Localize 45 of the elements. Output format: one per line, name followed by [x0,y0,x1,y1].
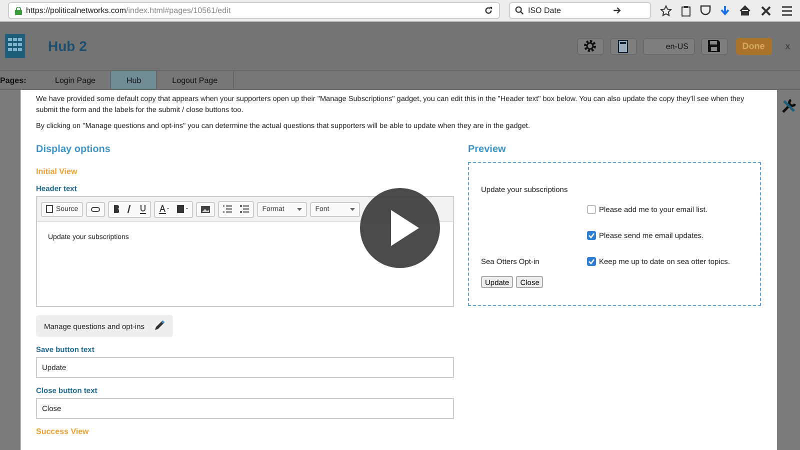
checkbox[interactable] [587,231,596,240]
star-icon[interactable] [660,4,672,16]
page-tab[interactable]: Logout Page [157,71,234,89]
shield-icon[interactable] [700,5,711,16]
page-tab[interactable]: Hub [111,71,158,89]
link-button[interactable] [86,202,106,216]
menu-icon[interactable] [781,6,793,16]
link-icon [91,206,100,212]
image-button[interactable] [196,202,216,216]
download-icon[interactable] [720,4,730,16]
image-icon [201,206,210,212]
caret-icon [297,208,302,210]
bullet-list-icon [240,205,250,213]
caret-icon [350,208,356,210]
bold-icon [113,205,120,213]
search-icon [515,6,524,15]
underline-icon [140,204,146,214]
page-title: Hub 2 [48,38,87,54]
pages-label: Pages: [0,74,28,87]
building-icon [4,33,26,59]
italic-icon [127,205,132,213]
home-icon[interactable] [739,5,751,16]
address-bar[interactable]: https://politicalnetworks.com/index.html#pages/10561/edit [8,2,500,19]
reload-icon[interactable] [484,6,493,15]
lock-icon [15,6,22,14]
section-heading: Preview [468,144,507,155]
checkbox[interactable] [587,205,596,214]
preview-button[interactable] [610,38,636,54]
url-text: https://politicalnetworks.com/index.html#pages/10561/edit [26,6,232,15]
pencil-icon [152,320,164,332]
gear-icon [583,39,597,53]
numbered-list-icon [223,205,232,213]
clipboard-icon[interactable] [681,4,691,16]
locale-button[interactable]: en-US [642,38,694,54]
document-icon [46,205,53,213]
checkbox[interactable] [587,257,596,266]
play-button-icon[interactable] [360,188,440,268]
search-field[interactable]: ISO Date [509,2,651,19]
section-heading: Display options [36,144,112,155]
settings-button[interactable] [576,38,604,54]
subsection-heading: Initial View [36,167,78,176]
window-icon [618,40,628,52]
save-button[interactable] [700,38,728,54]
subsection-heading: Success View [36,427,90,436]
wrench-icon[interactable] [780,98,796,114]
